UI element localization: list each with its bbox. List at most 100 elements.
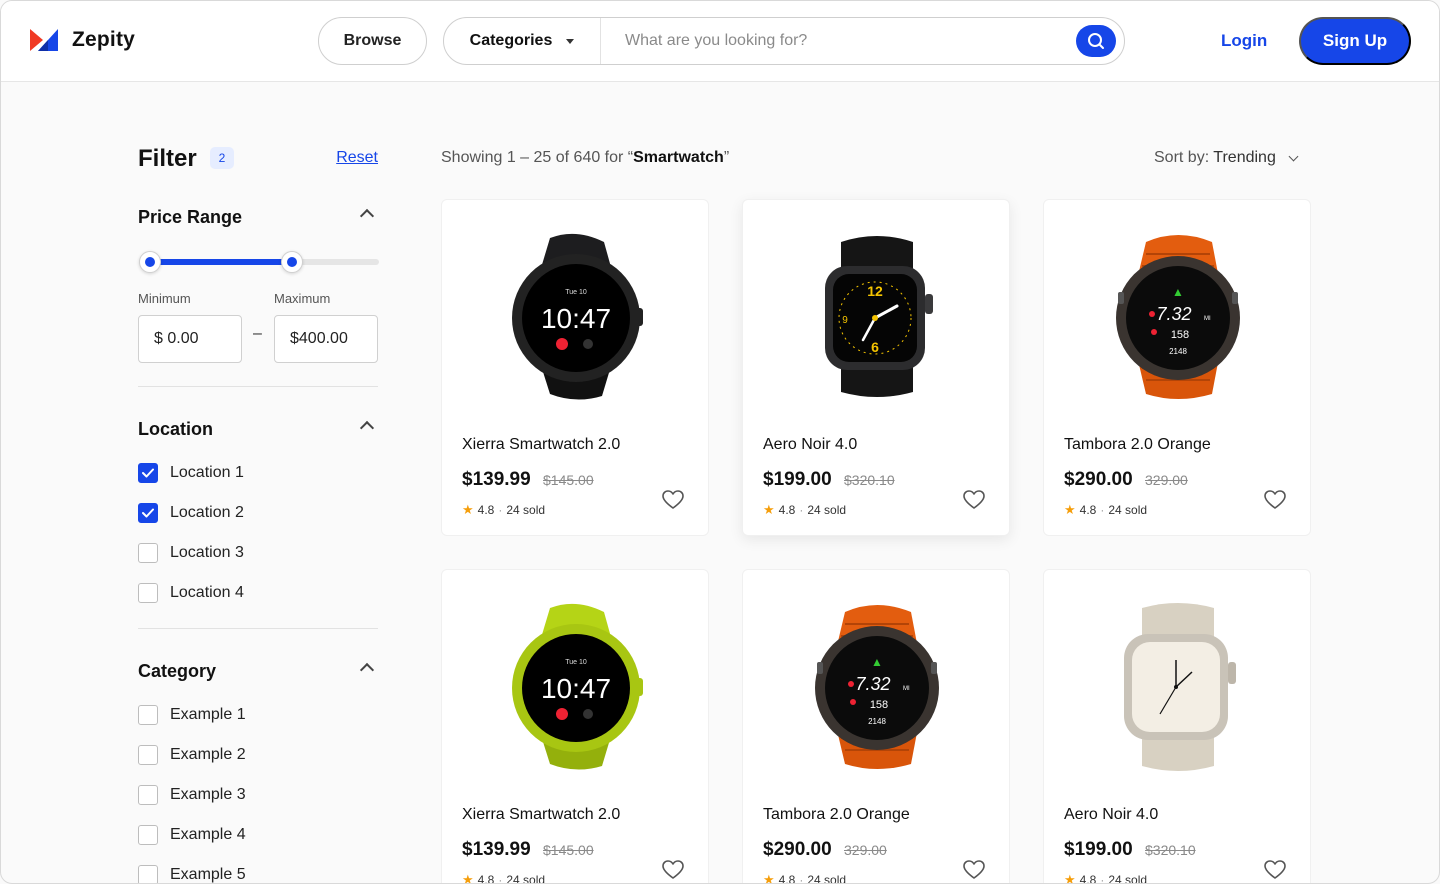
product-rating: 4.8 <box>477 503 495 517</box>
category-option-1[interactable]: Example 1 <box>138 704 246 726</box>
wishlist-heart-icon[interactable] <box>662 860 684 880</box>
checkbox[interactable] <box>138 865 158 883</box>
signup-button[interactable]: Sign Up <box>1299 17 1411 65</box>
max-price-field[interactable]: $400.00 <box>274 315 378 363</box>
product-meta: ★ 4.8 · 24 sold <box>763 872 846 884</box>
wishlist-heart-icon[interactable] <box>1264 860 1286 880</box>
product-card[interactable]: Aero Noir 4.0 $199.00 $320.10 ★ 4.8 · 24 sold <box>1043 569 1311 884</box>
checkbox[interactable] <box>138 825 158 845</box>
brand-logo[interactable]: Zepity <box>30 27 135 53</box>
min-price-field[interactable]: $ 0.00 <box>138 315 242 363</box>
checkbox[interactable] <box>138 785 158 805</box>
product-sold: 24 sold <box>807 503 847 517</box>
product-card[interactable]: 12 6 9 Aero Noir 4.0 $199.00 $320.10 ★ 4.8 · 2… <box>742 199 1010 536</box>
checkmark-icon <box>142 468 154 478</box>
product-original-price: $320.10 <box>1145 842 1196 858</box>
wishlist-heart-icon[interactable] <box>662 490 684 510</box>
category-option-2[interactable]: Example 2 <box>138 744 246 766</box>
product-card[interactable]: ▲ 7.32 MI 158 2148 Tambora 2.0 Orange $29… <box>1043 199 1311 536</box>
product-sold: 24 sold <box>1108 503 1148 517</box>
product-card[interactable]: Tue 10 10:47 Xierra Smartwatch 2.0 $139.9… <box>441 569 709 884</box>
wishlist-heart-icon[interactable] <box>1264 490 1286 510</box>
svg-text:9: 9 <box>842 315 848 326</box>
price-range-title: Price Range <box>138 207 243 227</box>
star-icon: ★ <box>462 502 474 517</box>
price-range-header[interactable]: Price Range <box>138 207 378 231</box>
product-card[interactable]: ▲ 7.32 MI 158 2148 Tambora 2.0 Orange $29… <box>742 569 1010 884</box>
wishlist-heart-icon[interactable] <box>963 490 985 510</box>
chevron-up-icon <box>359 420 375 436</box>
product-price: $139.99 <box>462 469 531 490</box>
price-slider-max-handle[interactable] <box>280 251 303 273</box>
checkbox-label: Example 1 <box>170 706 246 723</box>
price-slider-min-handle[interactable] <box>139 251 161 273</box>
chevron-down-icon <box>1288 151 1299 161</box>
results-summary: Showing 1 – 25 of 640 for “Smartwatch” <box>441 149 729 167</box>
wishlist-heart-icon[interactable] <box>963 860 985 880</box>
location-option-3[interactable]: Location 3 <box>138 542 244 564</box>
sort-dropdown[interactable]: Sort by: Trending <box>1154 149 1299 167</box>
category-option-3[interactable]: Example 3 <box>138 784 246 806</box>
product-image[interactable] <box>1094 598 1262 774</box>
product-original-price: $145.00 <box>543 472 594 488</box>
checkbox[interactable] <box>138 543 158 563</box>
checkbox-label: Location 4 <box>170 584 244 601</box>
svg-text:12: 12 <box>867 283 883 299</box>
svg-text:▲: ▲ <box>1172 285 1184 299</box>
product-sold: 24 sold <box>1108 873 1148 884</box>
category-option-5[interactable]: Example 5 <box>138 864 246 883</box>
product-image[interactable]: Tue 10 10:47 <box>492 598 660 774</box>
svg-text:MI: MI <box>1204 316 1211 322</box>
product-meta: ★ 4.8 · 24 sold <box>763 502 846 518</box>
price-slider-track[interactable] <box>139 251 379 273</box>
results-query: Smartwatch <box>633 149 724 166</box>
checkbox[interactable] <box>138 705 158 725</box>
product-name[interactable]: Tambora 2.0 Orange <box>1064 436 1211 454</box>
minimum-label: Minimum <box>138 291 191 306</box>
product-name[interactable]: Xierra Smartwatch 2.0 <box>462 436 620 454</box>
product-name[interactable]: Aero Noir 4.0 <box>763 436 857 454</box>
categories-dropdown[interactable]: Categories <box>444 18 601 64</box>
category-header[interactable]: Category <box>138 661 378 685</box>
search-icon <box>1088 33 1104 49</box>
product-image[interactable]: ▲ 7.32 MI 158 2148 <box>793 598 961 774</box>
product-name[interactable]: Tambora 2.0 Orange <box>763 806 910 824</box>
browse-button[interactable]: Browse <box>318 17 427 65</box>
login-link[interactable]: Login <box>1221 31 1267 51</box>
checkbox[interactable] <box>138 583 158 603</box>
search-input[interactable] <box>601 18 1076 64</box>
location-option-4[interactable]: Location 4 <box>138 582 244 604</box>
separator-dot: · <box>1100 503 1105 517</box>
checkbox[interactable] <box>138 745 158 765</box>
product-name[interactable]: Xierra Smartwatch 2.0 <box>462 806 620 824</box>
search-button[interactable] <box>1076 25 1116 57</box>
star-icon: ★ <box>1064 872 1076 884</box>
svg-text:10:47: 10:47 <box>541 673 611 704</box>
product-image[interactable]: Tue 10 10:47 <box>492 228 660 404</box>
product-rating: 4.8 <box>778 503 796 517</box>
svg-text:7.32: 7.32 <box>855 674 890 694</box>
checkbox-label: Example 2 <box>170 746 246 763</box>
checkbox[interactable] <box>138 463 158 483</box>
checkmark-icon <box>142 508 154 518</box>
caret-down-icon <box>566 38 575 44</box>
separator-dot: · <box>799 873 804 884</box>
category-title: Category <box>138 661 217 681</box>
location-header[interactable]: Location <box>138 419 378 443</box>
category-option-4[interactable]: Example 4 <box>138 824 246 846</box>
product-meta: ★ 4.8 · 24 sold <box>462 502 545 518</box>
separator-dot: · <box>1100 873 1105 884</box>
product-image[interactable]: 12 6 9 <box>793 228 961 404</box>
product-name[interactable]: Aero Noir 4.0 <box>1064 806 1158 824</box>
product-image[interactable]: ▲ 7.32 MI 158 2148 <box>1094 228 1262 404</box>
svg-text:MI: MI <box>903 686 910 692</box>
svg-text:158: 158 <box>1171 329 1189 341</box>
location-option-1[interactable]: Location 1 <box>138 462 244 484</box>
location-option-2[interactable]: Location 2 <box>138 502 244 524</box>
checkbox-label: Location 2 <box>170 504 244 521</box>
location-title: Location <box>138 419 213 439</box>
checkbox[interactable] <box>138 503 158 523</box>
reset-filters-link[interactable]: Reset <box>336 149 378 167</box>
product-card[interactable]: Tue 10 10:47 Xierra Smartwatch 2.0 $139.9… <box>441 199 709 536</box>
product-sold: 24 sold <box>506 873 546 884</box>
